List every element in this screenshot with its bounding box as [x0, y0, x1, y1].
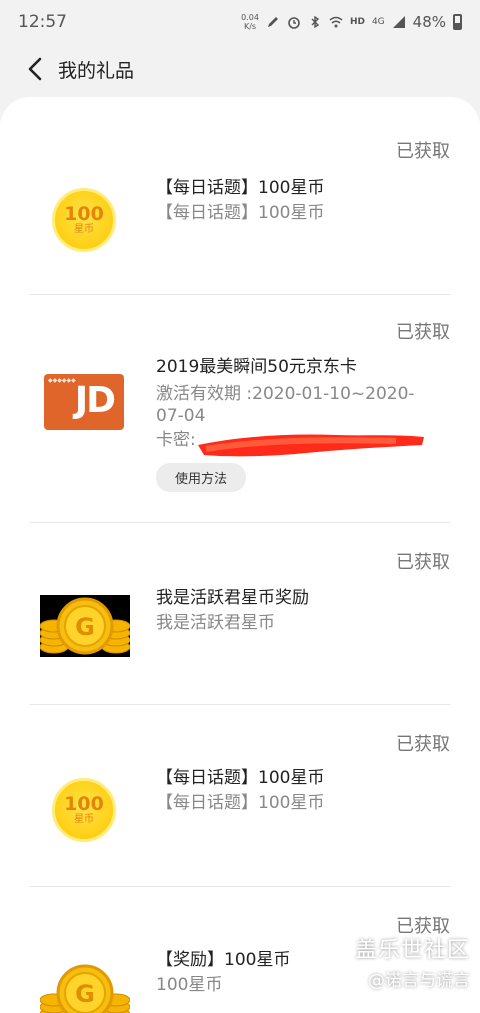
gold-coin-stack-icon: G — [40, 595, 130, 657]
gift-status: 已获取 — [396, 734, 450, 755]
card-secret-row: 卡密: — [156, 429, 436, 457]
gift-item[interactable]: 已获取 ◆◆◆◆◆◆ JD 2019最美瞬间50元京东卡 激活有效期 :2020… — [30, 295, 450, 523]
jd-card-icon: ◆◆◆◆◆◆ JD — [44, 374, 124, 430]
svg-text:G: G — [75, 980, 95, 1008]
page-title: 我的礼品 — [58, 59, 135, 82]
gift-subtitle: 【每日话题】100星币 — [156, 793, 325, 813]
gift-subtitle: 【每日话题】100星币 — [156, 203, 325, 223]
gift-status: 已获取 — [396, 141, 450, 162]
gift-item[interactable]: 已获取 100 星币 【每日话题】100星币 【每日话题】100星币 — [30, 97, 450, 295]
watermark-user: @诺言与谎言 — [368, 971, 470, 991]
star-coin-icon: 100 星币 — [52, 188, 116, 252]
svg-text:G: G — [75, 613, 95, 641]
status-icons: 0.04 K/s HD 4G 48% — [241, 13, 462, 31]
gift-title: 【每日话题】100星币 — [156, 178, 325, 198]
edit-icon — [267, 17, 278, 27]
bluetooth-icon — [311, 15, 320, 29]
gift-list: 已获取 100 星币 【每日话题】100星币 【每日话题】100星币 已获取 ◆… — [0, 97, 480, 1013]
battery-icon — [453, 14, 462, 30]
signal-icon — [392, 16, 405, 28]
gift-subtitle: 我是活跃君星币 — [156, 613, 275, 633]
gift-title: 2019最美瞬间50元京东卡 — [156, 357, 357, 377]
status-bar: 12:57 0.04 K/s HD 4G 48% — [0, 0, 480, 44]
gift-item[interactable]: 已获取 100 星币 【每日话题】100星币 【每日话题】100星币 — [30, 705, 450, 887]
wifi-icon — [329, 16, 343, 28]
network-speed: 0.04 K/s — [241, 13, 259, 31]
battery-percent: 48% — [412, 13, 446, 31]
hd-label: HD — [349, 17, 365, 27]
star-coin-icon: 100 星币 — [52, 778, 116, 842]
gift-title: 【每日话题】100星币 — [156, 768, 325, 788]
gift-status: 已获取 — [396, 322, 450, 343]
gift-status: 已获取 — [396, 552, 450, 573]
watermark: 盖乐世社区 @诺言与谎言 — [355, 932, 470, 991]
gold-coin-stack-icon: G — [40, 964, 130, 1013]
alarm-icon — [288, 17, 300, 29]
gift-title: 我是活跃君星币奖励 — [156, 588, 309, 608]
page-header: 我的礼品 — [0, 44, 480, 94]
gift-validity: 激活有效期 :2020-01-10~2020-07-04 — [156, 384, 415, 426]
watermark-brand: 盖乐世社区 — [354, 938, 470, 963]
signal-label: 4G — [371, 17, 385, 27]
card-secret-label: 卡密: — [156, 430, 196, 450]
redaction-scribble — [198, 434, 424, 457]
back-icon[interactable] — [14, 47, 58, 91]
status-time: 12:57 — [18, 12, 67, 32]
usage-instructions-button[interactable]: 使用方法 — [156, 463, 247, 492]
